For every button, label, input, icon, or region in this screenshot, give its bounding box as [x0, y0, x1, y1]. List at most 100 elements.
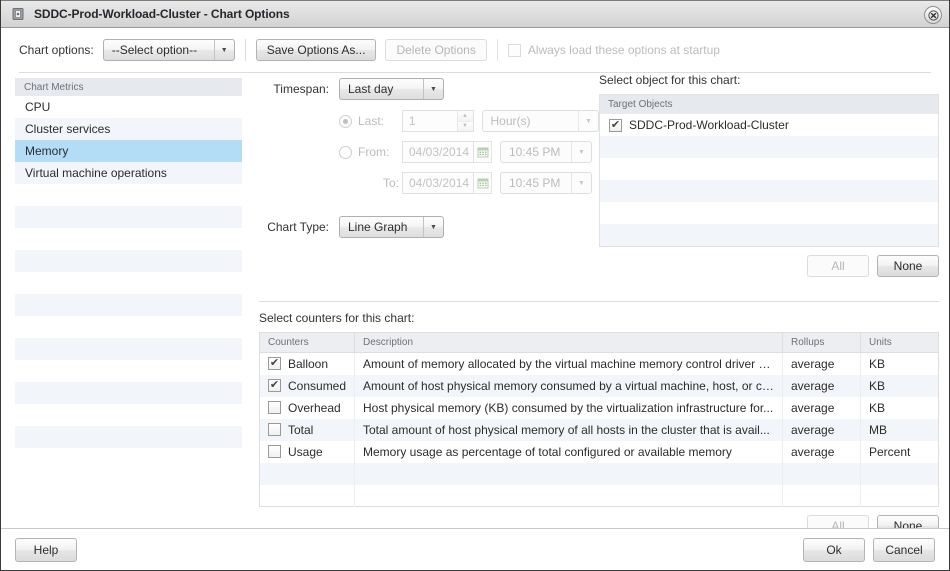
- sidebar-empty-row: [15, 338, 242, 360]
- sidebar-empty-row: [15, 272, 242, 294]
- counter-checkbox[interactable]: ✔: [268, 379, 281, 392]
- sidebar-empty-row: [15, 250, 242, 272]
- target-objects-panel: Select object for this chart: Target Obj…: [599, 73, 939, 277]
- empty-cell: [782, 462, 861, 485]
- table-row[interactable]: ✔ Balloon Amount of memory allocated by th…: [259, 352, 939, 375]
- counter-units: KB: [860, 374, 939, 397]
- right-pane: Timespan: Last day ▼ Last: 1 ▲ ▼ Hour(s)…: [259, 73, 939, 537]
- select-counters-label: Select counters for this chart:: [259, 311, 415, 325]
- sidebar-empty-row: [15, 294, 242, 316]
- sidebar-empty-row: [15, 448, 242, 470]
- help-button[interactable]: Help: [15, 537, 77, 562]
- target-object-checkbox[interactable]: ✔: [609, 118, 622, 132]
- column-header-rollups: Rollups: [782, 332, 861, 353]
- target-none-button[interactable]: None: [877, 255, 939, 277]
- chart-options-select[interactable]: --Select option-- ▼: [102, 39, 235, 61]
- table-row[interactable]: Usage Memory usage as percentage of total…: [259, 440, 939, 463]
- sidebar-item-label: Cluster services: [25, 122, 111, 136]
- stepper-buttons[interactable]: ▲ ▼: [456, 111, 473, 131]
- target-all-button[interactable]: All: [807, 255, 869, 277]
- column-header-description: Description: [354, 332, 783, 353]
- sidebar-empty-row: [15, 316, 242, 338]
- chart-metrics-list: CPU Cluster services Memory Virtual machine…: [15, 96, 242, 470]
- always-load-checkbox[interactable]: [507, 43, 521, 57]
- counter-name: Consumed: [288, 378, 347, 393]
- timespan-from-date-input[interactable]: 04/03/2014: [402, 141, 474, 163]
- table-row[interactable]: Overhead Host physical memory (KB) consum…: [259, 396, 939, 419]
- timespan-select-value: Last day: [348, 82, 394, 96]
- chart-metrics-header: Chart Metrics: [15, 78, 242, 96]
- calendar-icon[interactable]: [474, 141, 492, 163]
- sidebar-item-cpu[interactable]: CPU: [15, 96, 242, 118]
- ok-button[interactable]: Ok: [803, 537, 865, 562]
- target-object-row[interactable]: ✔ SDDC-Prod-Workload-Cluster: [600, 114, 938, 136]
- chart-options-label: Chart options:: [19, 43, 94, 57]
- stepper-down-icon[interactable]: ▼: [457, 121, 473, 131]
- sidebar-item-memory[interactable]: Memory: [15, 140, 242, 162]
- cancel-button[interactable]: Cancel: [873, 537, 935, 562]
- close-icon[interactable]: [924, 6, 942, 24]
- delete-options-button[interactable]: Delete Options: [385, 39, 487, 61]
- timespan-last-amount-stepper[interactable]: 1 ▲ ▼: [401, 110, 474, 132]
- chart-type-select-value: Line Graph: [348, 220, 408, 234]
- sidebar-empty-row: [15, 206, 242, 228]
- timespan-to-date-value: 04/03/2014: [409, 176, 470, 190]
- counters-table: Counters Description Rollups Units ✔ Ball…: [259, 332, 939, 507]
- chart-options-toolbar: Chart options: --Select option-- ▼ Save …: [1, 28, 949, 72]
- toolbar-divider: [244, 39, 246, 61]
- sidebar-empty-row: [15, 426, 242, 448]
- sidebar-item-virtual-machine-operations[interactable]: Virtual machine operations: [15, 162, 242, 184]
- chevron-down-icon: ▼: [423, 217, 443, 237]
- timespan-from-time-value: 10:45 PM: [509, 145, 561, 159]
- chevron-down-icon: ▼: [571, 173, 591, 193]
- counter-name-cell: ✔ Balloon: [259, 352, 355, 375]
- timespan-to-date-input[interactable]: 04/03/2014: [402, 172, 474, 194]
- table-row[interactable]: ✔ Consumed Amount of host physical memory …: [259, 374, 939, 397]
- chevron-down-icon: ▼: [571, 142, 591, 162]
- sidebar-empty-row: [15, 382, 242, 404]
- counter-units: MB: [860, 418, 939, 441]
- timespan-from-radio[interactable]: [339, 145, 352, 159]
- sidebar-item-cluster-services[interactable]: Cluster services: [15, 118, 242, 140]
- target-object-label: SDDC-Prod-Workload-Cluster: [629, 118, 789, 132]
- counter-name: Overhead: [288, 400, 341, 415]
- counter-rollups: average: [782, 374, 861, 397]
- always-load-label: Always load these options at startup: [527, 43, 720, 57]
- counter-rollups: average: [782, 352, 861, 375]
- table-empty-row: [259, 462, 939, 485]
- timespan-select[interactable]: Last day ▼: [339, 78, 444, 100]
- timespan-from-label: From:: [358, 145, 390, 159]
- counter-checkbox[interactable]: [268, 423, 281, 436]
- counter-rollups: average: [782, 440, 861, 463]
- sidebar-empty-row: [15, 228, 242, 250]
- empty-cell: [259, 484, 355, 507]
- counters-table-body: ✔ Balloon Amount of memory allocated by th…: [259, 352, 939, 507]
- calendar-icon[interactable]: [474, 172, 492, 194]
- table-row[interactable]: Total Total amount of host physical memor…: [259, 418, 939, 441]
- counter-description: Total amount of host physical memory of …: [354, 418, 783, 441]
- counter-name-cell: Usage: [259, 440, 355, 463]
- counter-name: Balloon: [288, 356, 329, 371]
- timespan-to-time-select[interactable]: 10:45 PM ▼: [500, 172, 592, 194]
- timespan-from-time-select[interactable]: 10:45 PM ▼: [500, 141, 592, 163]
- counter-units: Percent: [869, 444, 911, 459]
- empty-cell: [259, 462, 355, 485]
- table-empty-row: [259, 484, 939, 507]
- sidebar-empty-row: [15, 360, 242, 382]
- chart-type-select[interactable]: Line Graph ▼: [339, 216, 444, 238]
- counter-description: Amount of memory allocated by the virtua…: [354, 352, 783, 375]
- timespan-to-label: To:: [382, 176, 399, 190]
- counter-checkbox[interactable]: [268, 445, 281, 458]
- counter-checkbox[interactable]: [268, 401, 281, 414]
- stepper-up-icon[interactable]: ▲: [457, 111, 473, 122]
- timespan-last-radio[interactable]: [339, 114, 352, 128]
- timespan-last-unit-select[interactable]: Hour(s) ▼: [481, 110, 600, 132]
- counter-units: KB: [869, 400, 886, 415]
- target-objects-column-header: Target Objects: [599, 94, 939, 114]
- timespan-from-date-value: 04/03/2014: [409, 145, 470, 159]
- counter-name: Usage: [288, 444, 323, 459]
- save-options-as-button[interactable]: Save Options As...: [255, 39, 377, 61]
- chart-options-dialog: SDDC-Prod-Workload-Cluster - Chart Optio…: [0, 0, 950, 571]
- target-objects-actions: All None: [599, 255, 939, 277]
- counter-checkbox[interactable]: ✔: [268, 357, 281, 371]
